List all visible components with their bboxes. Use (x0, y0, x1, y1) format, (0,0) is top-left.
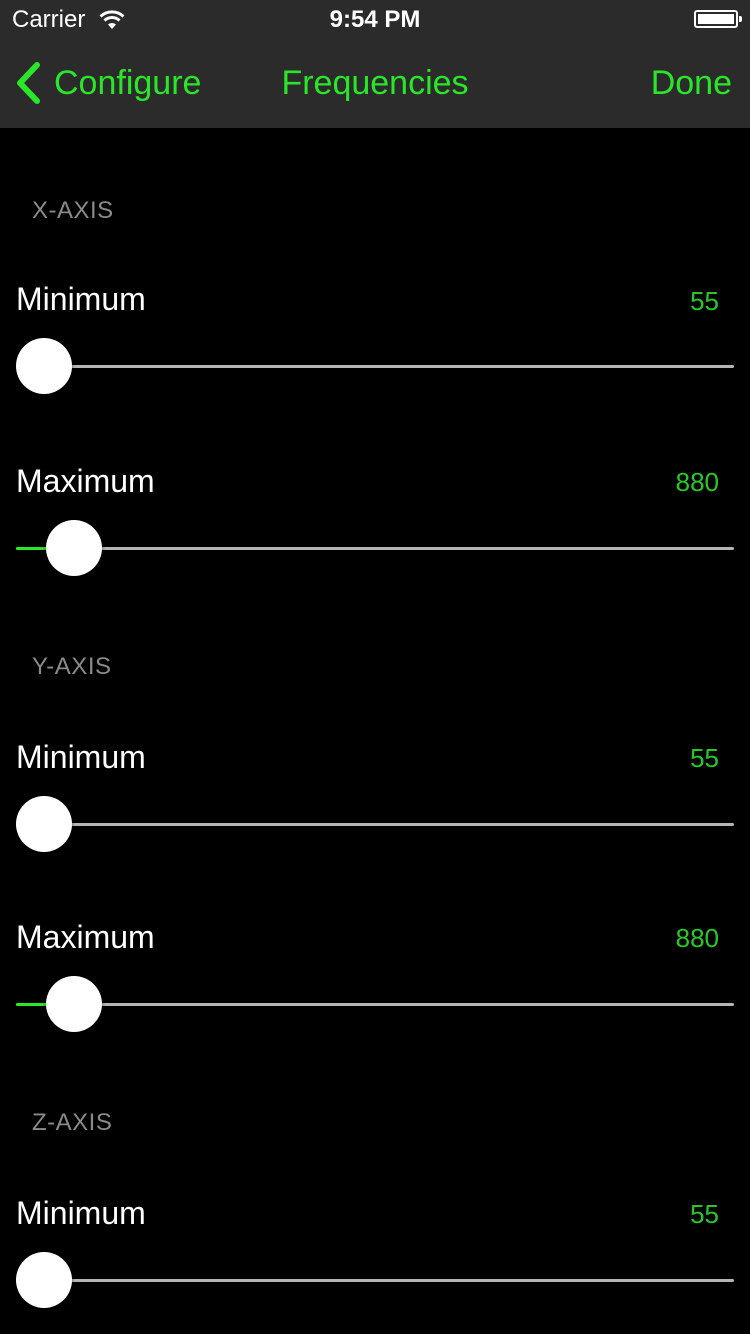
section-header-x-axis: X-AXIS (32, 197, 114, 224)
z-minimum-value: 55 (690, 1199, 719, 1229)
slider-track (16, 823, 734, 826)
x-minimum-value: 55 (690, 286, 719, 316)
slider-track (16, 365, 734, 368)
section-header-y-axis: Y-AXIS (32, 653, 112, 680)
x-maximum-label: Maximum (16, 463, 155, 499)
y-maximum-value: 880 (675, 923, 719, 953)
section-header-z-axis: Z-AXIS (32, 1109, 113, 1136)
y-minimum-slider[interactable] (16, 794, 734, 854)
navigation-bar: Carrier 9:54 PM Configure Frequencies Do… (0, 0, 750, 128)
page-title: Frequencies (281, 64, 469, 102)
z-minimum-label: Minimum (16, 1195, 146, 1231)
slider-thumb[interactable] (45, 520, 102, 576)
slider-thumb[interactable] (16, 796, 72, 852)
x-maximum-slider[interactable] (16, 518, 734, 578)
clock: 9:54 PM (329, 6, 421, 33)
x-minimum-label: Minimum (16, 281, 146, 317)
slider-track (16, 547, 734, 550)
y-maximum-label: Maximum (16, 919, 155, 955)
status-bar: Carrier 9:54 PM (0, 0, 750, 40)
slider-thumb[interactable] (16, 338, 72, 394)
x-maximum-value: 880 (675, 467, 719, 497)
slider-thumb[interactable] (45, 976, 102, 1032)
y-minimum-value: 55 (690, 743, 719, 773)
slider-thumb[interactable] (16, 1252, 72, 1308)
slider-track (16, 1003, 734, 1006)
slider-track (16, 1279, 734, 1282)
x-minimum-slider[interactable] (16, 336, 734, 396)
y-maximum-slider[interactable] (16, 974, 734, 1034)
battery-icon (694, 10, 742, 28)
done-button[interactable]: Done (651, 64, 732, 103)
z-minimum-slider[interactable] (16, 1250, 734, 1310)
y-minimum-label: Minimum (16, 739, 146, 775)
